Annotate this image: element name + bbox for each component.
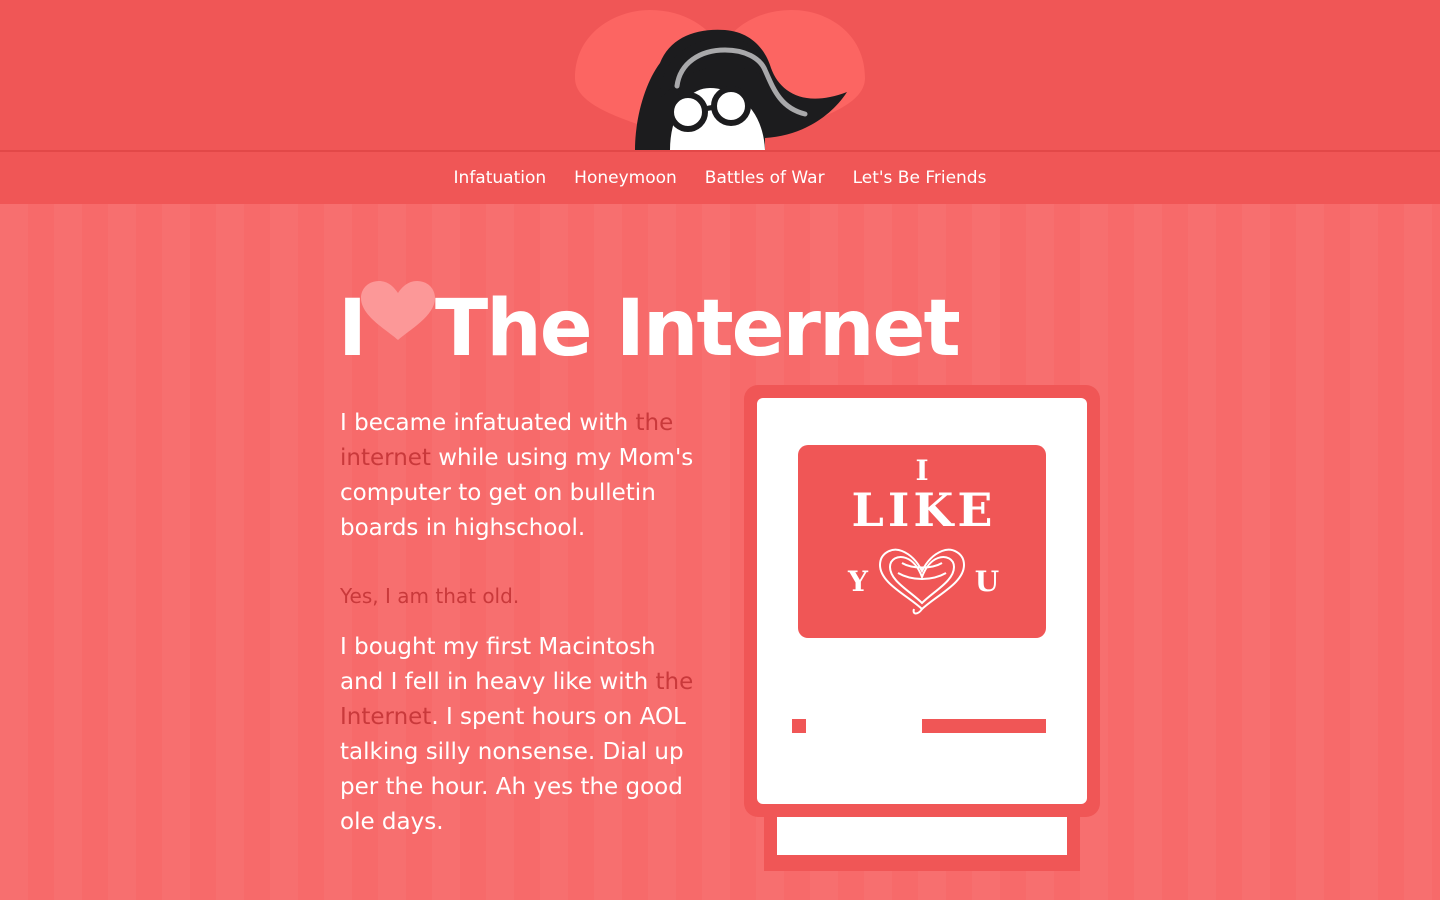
intro-content: I became infatuated with the internet wh…: [340, 406, 700, 840]
para1-text-before: I became infatuated with: [340, 410, 636, 436]
intro-paragraph-2: I bought my first Macintosh and I fell i…: [340, 630, 700, 840]
para2-text-before: I bought my first Macintosh and I fell i…: [340, 634, 656, 695]
heart-icon: [361, 281, 436, 340]
main-nav: Infatuation Honeymoon Battles of War Let…: [0, 150, 1440, 204]
nav-item-infatuation[interactable]: Infatuation: [454, 168, 547, 188]
site-header: [0, 0, 1440, 150]
avatar-logo-icon[interactable]: [575, 8, 867, 150]
page-title-suffix: The Internet: [435, 284, 961, 374]
page-title: I The Internet: [338, 281, 961, 374]
macintosh-illustration: I LIKE Y U: [744, 385, 1100, 871]
nav-item-honeymoon[interactable]: Honeymoon: [574, 168, 677, 188]
aside-note: Yes, I am that old.: [340, 584, 520, 608]
nav-item-lets-be-friends[interactable]: Let's Be Friends: [853, 168, 987, 188]
screen-text-y: Y: [847, 565, 869, 598]
nav-item-battles-of-war[interactable]: Battles of War: [705, 168, 825, 188]
screen-text-like: LIKE: [852, 483, 997, 537]
intro-paragraph-1: I became infatuated with the internet wh…: [340, 406, 700, 546]
screen-text-u: U: [975, 565, 999, 598]
